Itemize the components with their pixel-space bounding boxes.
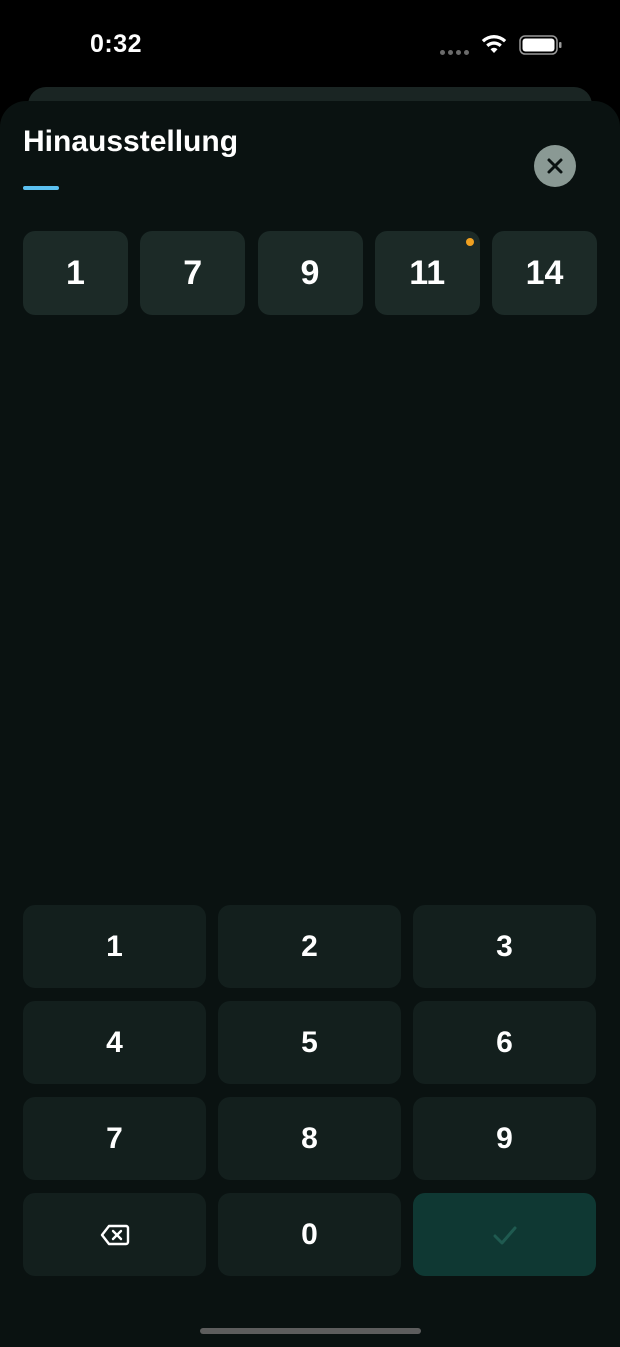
chip-14[interactable]: 14 bbox=[492, 231, 597, 315]
player-chips: 1 7 9 11 14 bbox=[23, 231, 597, 315]
chip-label: 11 bbox=[409, 253, 446, 292]
close-icon bbox=[547, 158, 563, 174]
key-4[interactable]: 4 bbox=[23, 1001, 206, 1084]
key-0[interactable]: 0 bbox=[218, 1193, 401, 1276]
close-button[interactable] bbox=[534, 145, 576, 187]
chip-label: 9 bbox=[300, 253, 320, 292]
key-5[interactable]: 5 bbox=[218, 1001, 401, 1084]
chip-label: 1 bbox=[66, 253, 85, 292]
key-7[interactable]: 7 bbox=[23, 1097, 206, 1180]
backspace-button[interactable] bbox=[23, 1193, 206, 1276]
chip-11[interactable]: 11 bbox=[374, 231, 480, 315]
chip-1[interactable]: 1 bbox=[23, 231, 128, 315]
key-1[interactable]: 1 bbox=[23, 905, 206, 988]
battery-icon bbox=[519, 35, 563, 55]
sheet-title: Hinausstellung bbox=[23, 125, 239, 158]
chip-label: 14 bbox=[525, 253, 564, 292]
title-underline bbox=[23, 186, 59, 190]
screen: 0:32 Hinausstellung 1 7 9 11 14 1 2 3 4 … bbox=[0, 0, 620, 1347]
status-bar: 0:32 bbox=[0, 0, 620, 90]
cellular-signal-icon bbox=[440, 48, 472, 56]
numeric-keypad: 1 2 3 4 5 6 7 8 9 0 bbox=[23, 905, 597, 1276]
checkmark-icon bbox=[493, 1226, 516, 1244]
key-6[interactable]: 6 bbox=[413, 1001, 596, 1084]
key-8[interactable]: 8 bbox=[218, 1097, 401, 1180]
chip-7[interactable]: 7 bbox=[140, 231, 246, 315]
confirm-button[interactable] bbox=[413, 1193, 596, 1276]
key-2[interactable]: 2 bbox=[218, 905, 401, 988]
indicator-dot bbox=[465, 238, 474, 246]
home-indicator bbox=[200, 1328, 421, 1334]
wifi-icon bbox=[480, 32, 508, 56]
chip-9[interactable]: 9 bbox=[257, 231, 363, 315]
status-time: 0:32 bbox=[90, 30, 143, 58]
backspace-icon bbox=[100, 1224, 129, 1245]
chip-label: 7 bbox=[183, 253, 203, 292]
key-3[interactable]: 3 bbox=[413, 905, 596, 988]
key-9[interactable]: 9 bbox=[413, 1097, 596, 1180]
